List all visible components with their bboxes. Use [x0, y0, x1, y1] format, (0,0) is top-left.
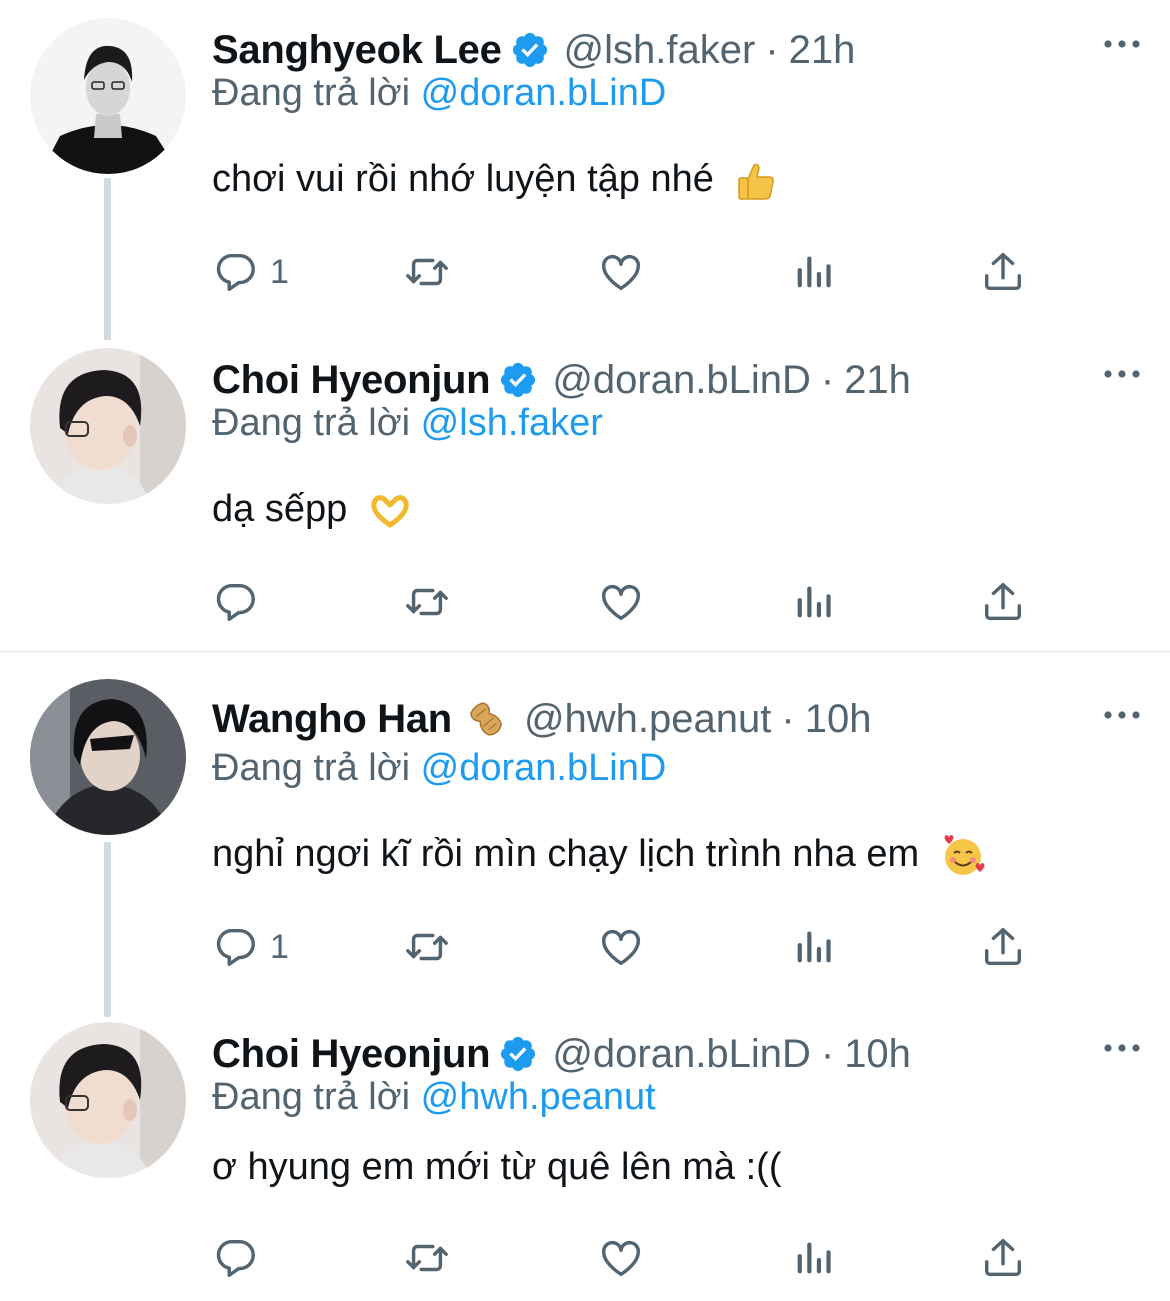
share-button[interactable]	[980, 572, 1026, 632]
replying-to: Đang trả lời @doran.bLinD	[212, 72, 666, 115]
more-options-icon[interactable]	[1102, 364, 1142, 384]
share-button[interactable]	[980, 917, 1026, 977]
user-handle[interactable]: @hwh.peanut	[524, 697, 771, 742]
separator-dot: ·	[820, 357, 835, 402]
like-icon	[598, 579, 644, 625]
analytics-icon	[790, 1235, 836, 1281]
more-options-icon[interactable]	[1102, 34, 1142, 54]
like-button[interactable]	[598, 242, 644, 302]
like-button[interactable]	[598, 917, 644, 977]
reply-count: 1	[270, 252, 289, 291]
peanut-emoji-icon	[470, 702, 502, 736]
tweet-text-content: ơ hyung em mới từ quê lên mà :((	[212, 1146, 782, 1188]
reply-mention-link[interactable]: @doran.bLinD	[421, 72, 667, 114]
retweet-icon	[404, 1235, 450, 1281]
retweet-icon	[404, 924, 450, 970]
separator-dot: ·	[820, 1031, 835, 1076]
retweet-icon	[404, 249, 450, 295]
avatar[interactable]	[30, 18, 186, 174]
analytics-icon	[790, 249, 836, 295]
verified-badge-icon	[498, 360, 538, 400]
avatar[interactable]	[30, 679, 186, 835]
tweet-item[interactable]: Choi Hyeonjun @doran.bLinD · 21h Đang tr…	[0, 330, 1170, 650]
reply-button[interactable]: 1	[212, 242, 289, 302]
replying-prefix: Đang trả lời	[212, 402, 421, 444]
more-options-icon[interactable]	[1102, 705, 1142, 725]
more-options-icon[interactable]	[1102, 1038, 1142, 1058]
reply-button[interactable]: 1	[212, 917, 289, 977]
share-icon	[980, 249, 1026, 295]
reply-button[interactable]	[212, 572, 270, 632]
tweet-text: ơ hyung em mới từ quê lên mà :((	[212, 1146, 781, 1189]
user-handle[interactable]: @doran.bLinD	[552, 358, 811, 403]
reply-count: 1	[270, 927, 289, 966]
replying-prefix: Đang trả lời	[212, 1076, 421, 1118]
reply-icon	[212, 924, 258, 970]
share-icon	[980, 924, 1026, 970]
tweet-text: dạ sếpp	[212, 488, 412, 531]
user-handle[interactable]: @doran.bLinD	[552, 1032, 811, 1077]
retweet-icon	[404, 579, 450, 625]
replying-to: Đang trả lời @doran.bLinD	[212, 747, 666, 790]
retweet-button[interactable]	[404, 242, 450, 302]
reply-button[interactable]	[212, 1228, 270, 1288]
verified-badge-icon	[510, 30, 550, 70]
reply-icon	[212, 249, 258, 295]
separator-dot: ·	[781, 696, 795, 741]
smiling-face-with-hearts-emoji-icon	[944, 835, 985, 875]
retweet-button[interactable]	[404, 572, 450, 632]
separator-dot: ·	[765, 27, 779, 72]
analytics-button[interactable]	[790, 1228, 836, 1288]
reply-mention-link[interactable]: @doran.bLinD	[421, 747, 667, 789]
like-icon	[598, 249, 644, 295]
reply-mention-link[interactable]: @lsh.faker	[421, 402, 603, 444]
like-icon	[598, 924, 644, 970]
avatar[interactable]	[30, 1022, 186, 1178]
tweet-text: chơi vui rồi nhớ luyện tập nhé	[212, 158, 778, 203]
heart-hands-emoji-icon	[371, 495, 409, 528]
tweet-text: nghỉ ngơi kĩ rồi mìn chạy lịch trình nha…	[212, 833, 986, 879]
analytics-icon	[790, 924, 836, 970]
share-button[interactable]	[980, 1228, 1026, 1288]
share-button[interactable]	[980, 242, 1026, 302]
like-button[interactable]	[598, 572, 644, 632]
timestamp[interactable]: 21h	[844, 358, 911, 403]
timestamp[interactable]: 10h	[805, 697, 872, 742]
verified-badge-icon	[498, 1034, 538, 1074]
thumbs-up-emoji-icon	[738, 163, 775, 200]
like-icon	[598, 1235, 644, 1281]
analytics-button[interactable]	[790, 572, 836, 632]
avatar[interactable]	[30, 348, 186, 504]
retweet-button[interactable]	[404, 1228, 450, 1288]
reply-mention-link[interactable]: @hwh.peanut	[421, 1076, 656, 1118]
tweet-text-content: dạ sếpp	[212, 488, 348, 530]
replying-prefix: Đang trả lời	[212, 747, 421, 789]
user-handle[interactable]: @lsh.faker	[564, 28, 756, 73]
share-icon	[980, 1235, 1026, 1281]
replying-to: Đang trả lời @hwh.peanut	[212, 1076, 656, 1119]
reply-icon	[212, 1235, 258, 1281]
analytics-icon	[790, 579, 836, 625]
replying-to: Đang trả lời @lsh.faker	[212, 402, 603, 445]
tweet-item[interactable]: Choi Hyeonjun @doran.bLinD · 10h Đang tr…	[0, 1004, 1170, 1301]
tweet-text-content: chơi vui rồi nhớ luyện tập nhé	[212, 158, 714, 200]
display-name[interactable]: Choi Hyeonjun	[212, 358, 491, 403]
timestamp[interactable]: 10h	[844, 1032, 911, 1077]
display-name[interactable]: Wangho Han	[212, 697, 452, 742]
reply-icon	[212, 579, 258, 625]
like-button[interactable]	[598, 1228, 644, 1288]
conversation-divider	[0, 650, 1170, 653]
display-name[interactable]: Sanghyeok Lee	[212, 28, 502, 73]
tweet-item[interactable]: Wangho Han @hwh.peanut · 10h Đang trả lờ…	[0, 669, 1170, 999]
share-icon	[980, 579, 1026, 625]
tweet-text-content: nghỉ ngơi kĩ rồi mìn chạy lịch trình nha…	[212, 833, 920, 876]
timestamp[interactable]: 21h	[789, 28, 856, 73]
retweet-button[interactable]	[404, 917, 450, 977]
replying-prefix: Đang trả lời	[212, 72, 421, 114]
tweet-item[interactable]: Sanghyeok Lee @lsh.faker · 21h Đang trả …	[0, 0, 1170, 330]
display-name[interactable]: Choi Hyeonjun	[212, 1032, 491, 1077]
analytics-button[interactable]	[790, 917, 836, 977]
analytics-button[interactable]	[790, 242, 836, 302]
